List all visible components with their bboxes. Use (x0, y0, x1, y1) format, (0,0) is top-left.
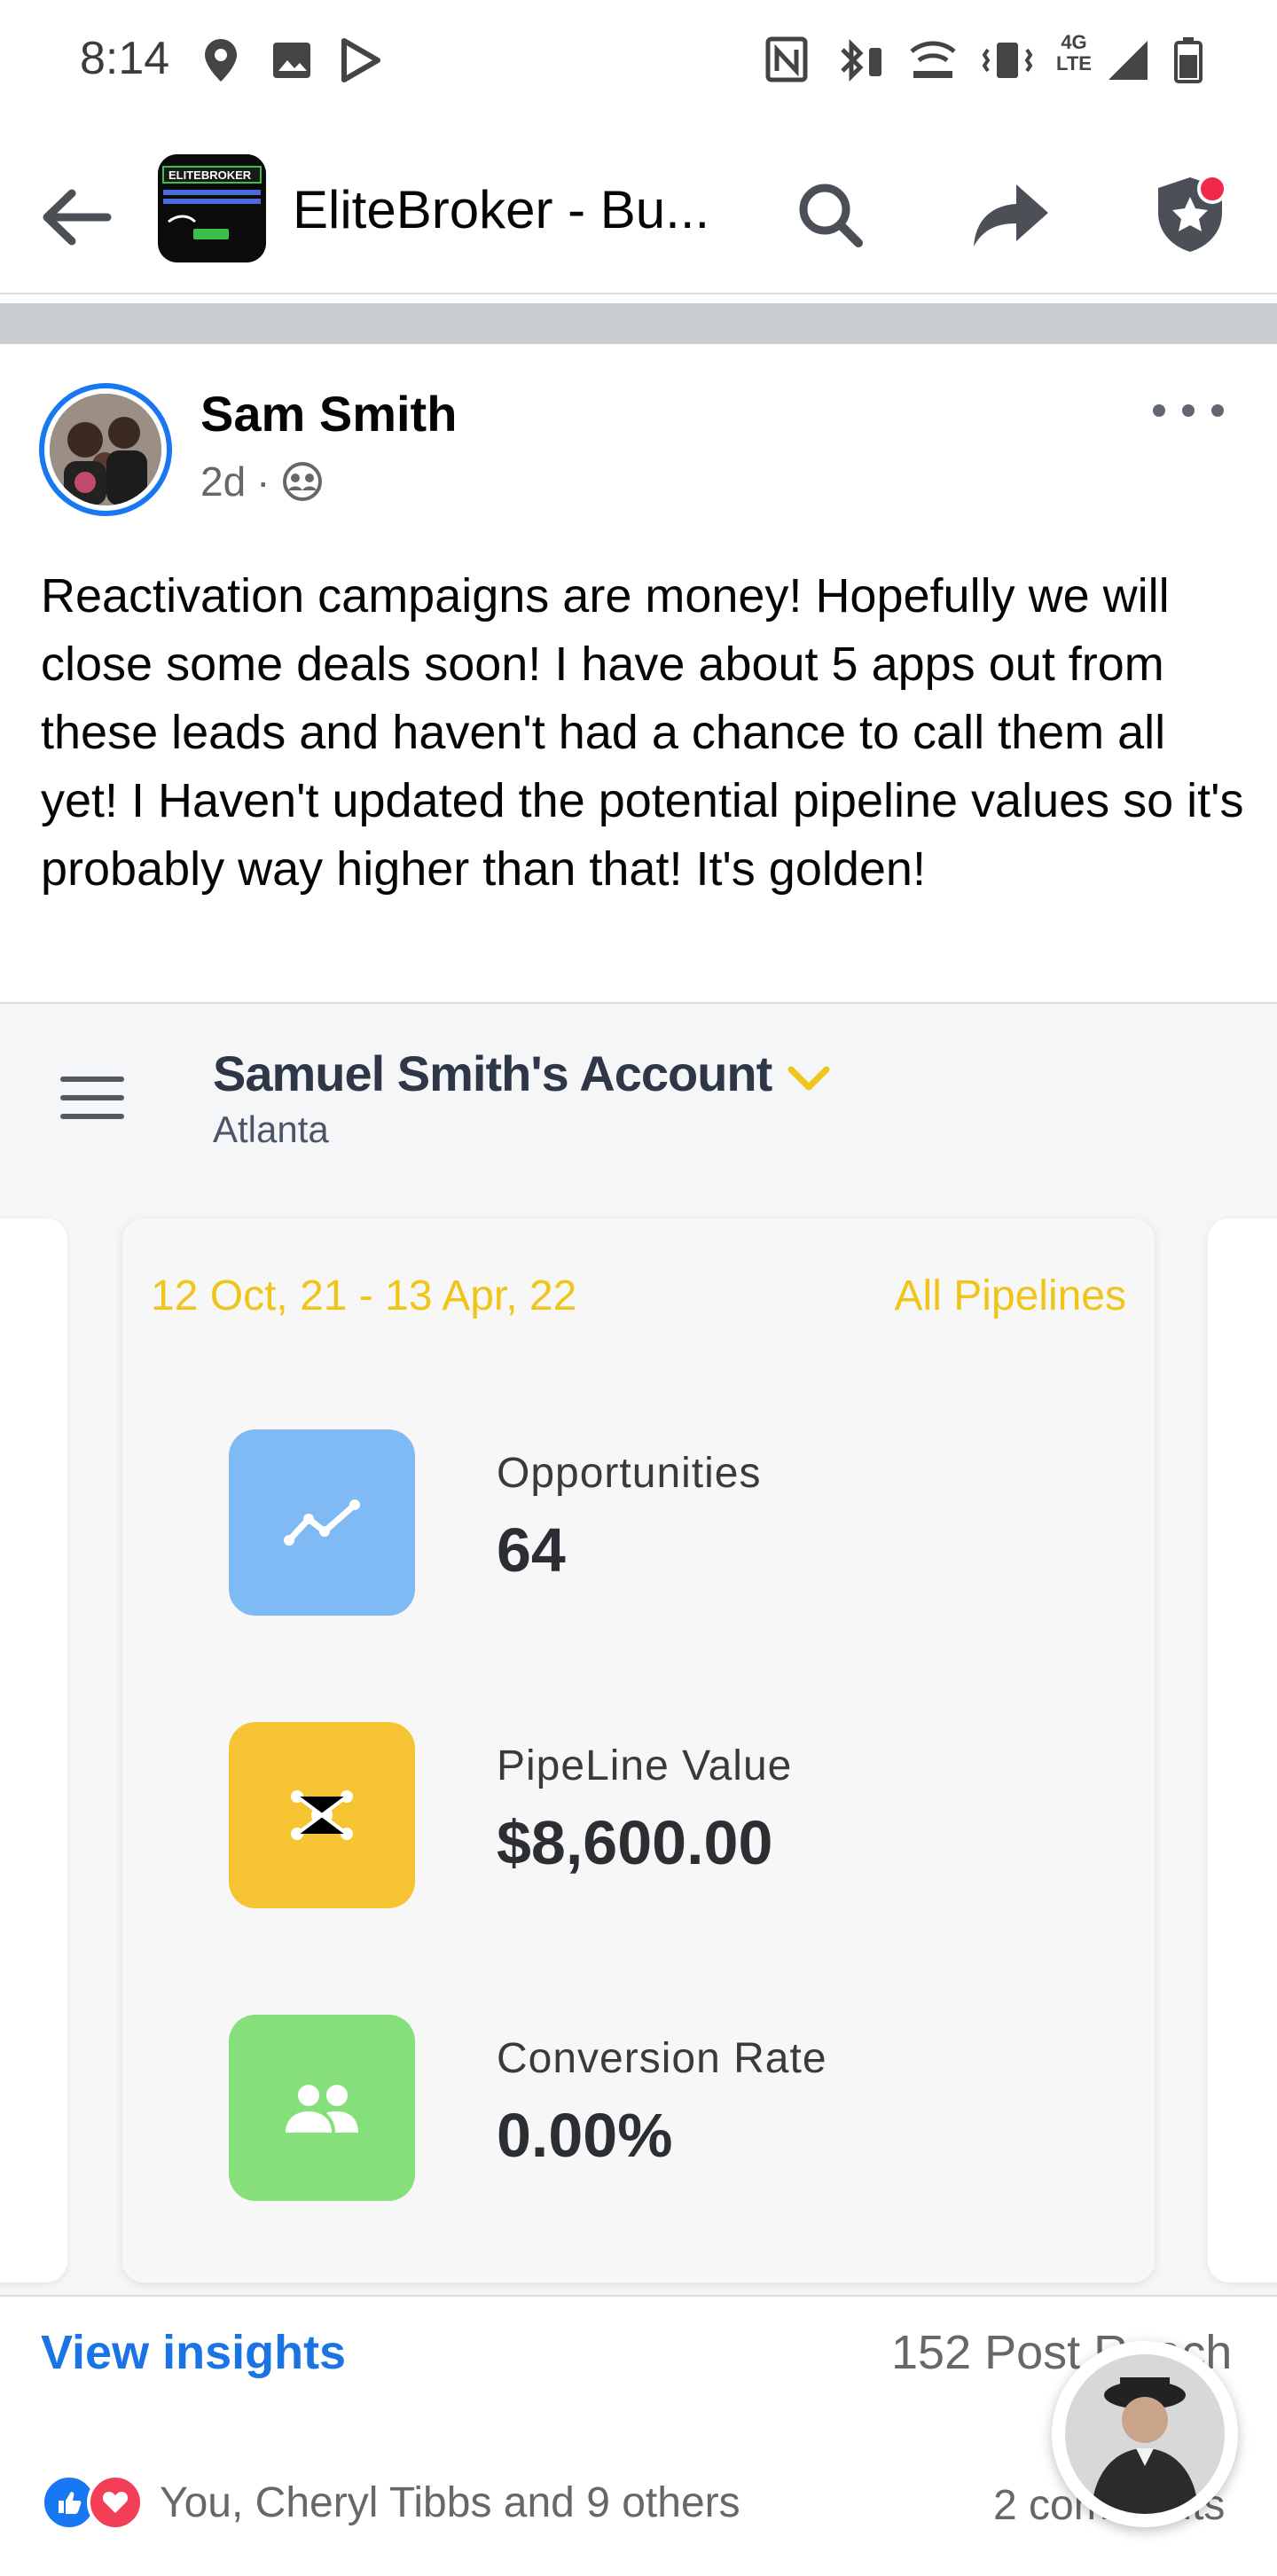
stat-value: $8,600.00 (497, 1808, 773, 1877)
stat-opportunities: Opportunities 64 (229, 1429, 1116, 1616)
stat-icon-tile (229, 1722, 415, 1908)
hamburger-menu-icon (60, 1077, 124, 1119)
account-name: Samuel Smith's Account (213, 1045, 772, 1101)
post-image[interactable]: Samuel Smith's Account Atlanta 12 Oct, 2… (0, 1002, 1277, 2297)
search-icon (799, 184, 863, 247)
bluetooth-icon (841, 38, 881, 82)
admin-tools-button[interactable] (1146, 170, 1234, 259)
reactions-summary[interactable]: You, Cheryl Tibbs and 9 others (41, 2474, 740, 2531)
search-button[interactable] (786, 170, 874, 259)
stat-icon-tile (229, 1429, 415, 1616)
side-card-left (0, 1218, 67, 2282)
people-icon (286, 2085, 358, 2133)
stat-pipeline-value: PipeLine Value $8,600.00 (229, 1722, 1116, 1908)
stat-label: Conversion Rate (497, 2035, 827, 2082)
account-location: Atlanta (213, 1108, 329, 1150)
view-insights-link[interactable]: View insights (41, 2325, 346, 2380)
messenger-chat-head[interactable] (1052, 2341, 1238, 2527)
group-header-bar: ELITEBROKER EliteBroker - Bu... (0, 133, 1277, 294)
vibrate-icon (982, 43, 1033, 78)
love-reaction-icon (87, 2474, 144, 2531)
nfc-icon (765, 36, 808, 82)
chevron-down-icon (787, 1066, 830, 1091)
group-logo-text: ELITEBROKER (168, 168, 252, 182)
author-avatar[interactable] (39, 383, 172, 516)
stat-label: Opportunities (497, 1450, 762, 1497)
person-photo-image (1065, 2354, 1225, 2514)
network-icon (291, 1790, 353, 1840)
more-dot-icon (1182, 404, 1195, 417)
notification-badge (1197, 174, 1227, 204)
post-options-button[interactable] (1153, 388, 1224, 433)
family-photo-image (50, 394, 161, 505)
share-arrow-icon (974, 184, 1048, 247)
stat-icon-tile (229, 2015, 415, 2201)
more-dot-icon (1153, 404, 1165, 417)
meta-separator: · (256, 458, 270, 505)
facebook-post-screen: 8:14 4G LTE ELITEBROKER EliteBroker - Bu… (0, 0, 1277, 2576)
trend-line-icon (284, 1499, 360, 1546)
status-bar: 8:14 4G LTE (0, 0, 1277, 124)
stat-value: 64 (497, 1515, 566, 1585)
thumbs-up-icon (59, 2492, 82, 2514)
status-time: 8:14 (80, 33, 170, 84)
share-button[interactable] (967, 170, 1055, 259)
gallery-icon (273, 43, 310, 78)
group-logo-image: ELITEBROKER (158, 154, 266, 262)
arrow-left-icon (43, 189, 112, 246)
post-time[interactable]: 2d (200, 458, 246, 505)
group-thumbnail[interactable]: ELITEBROKER (158, 154, 266, 262)
play-store-icon (341, 38, 380, 82)
signal-icon (1109, 41, 1148, 80)
dashboard-card: 12 Oct, 21 - 13 Apr, 22 All Pipelines Op… (122, 1218, 1155, 2282)
date-range: 12 Oct, 21 - 13 Apr, 22 (151, 1272, 577, 1319)
avatar-image (50, 394, 161, 505)
stat-conversion-rate: Conversion Rate 0.00% (229, 2015, 1116, 2201)
group-icon (282, 462, 322, 501)
more-dot-icon (1211, 404, 1224, 417)
side-card-right (1208, 1218, 1277, 2282)
location-icon (205, 39, 237, 82)
section-divider (0, 303, 1277, 344)
reactions-text: You, Cheryl Tibbs and 9 others (160, 2478, 740, 2526)
author-name[interactable]: Sam Smith (200, 385, 457, 442)
pipeline-filter: All Pipelines (894, 1272, 1126, 1319)
network-type-label: 4G LTE (1056, 31, 1092, 74)
back-button[interactable] (35, 177, 115, 257)
stat-label: PipeLine Value (497, 1742, 793, 1789)
post-body-text: Reactivation campaigns are money! Hopefu… (41, 569, 1244, 896)
post-meta: 2d · (200, 458, 324, 505)
heart-icon (102, 2492, 129, 2513)
group-title[interactable]: EliteBroker - Bu... (293, 179, 709, 240)
stat-value: 0.00% (497, 2101, 673, 2170)
chat-head-avatar (1065, 2354, 1225, 2514)
wifi-calling-icon (910, 41, 956, 78)
battery-icon (1174, 37, 1203, 83)
